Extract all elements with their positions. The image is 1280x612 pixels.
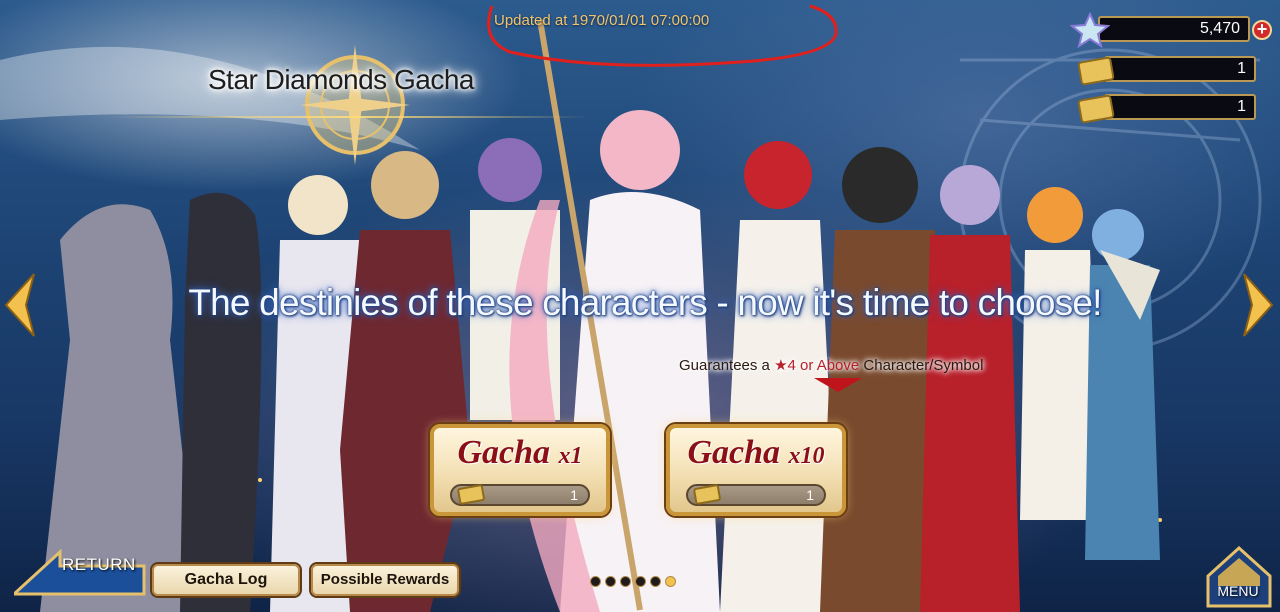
star-diamond-counter: 5,470 xyxy=(1070,12,1250,48)
add-star-diamonds-button[interactable]: + xyxy=(1252,20,1272,40)
gacha-x10-cost-value: 1 xyxy=(806,487,814,503)
gacha-x1-cost: 1 xyxy=(450,484,590,506)
guarantee-highlight: ★4 or Above xyxy=(774,357,860,374)
guarantee-note: Guarantees a ★4 or Above Character/Symbo… xyxy=(679,356,983,374)
gacha-x10-label: Gacha x10 xyxy=(666,434,846,472)
compass-emblem-icon xyxy=(300,45,410,165)
gacha-x10-button[interactable]: Gacha x10 1 xyxy=(666,424,846,516)
star-diamond-icon xyxy=(1070,12,1110,48)
gacha-log-button[interactable]: Gacha Log xyxy=(152,564,300,596)
guarantee-prefix: Guarantees a xyxy=(679,357,775,374)
ticket-counter-2: 1 xyxy=(1077,94,1256,124)
menu-label: MENU xyxy=(1217,583,1259,599)
star-diamond-value: 5,470 xyxy=(1199,20,1240,37)
gacha-x1-cost-value: 1 xyxy=(570,487,578,503)
gacha-x10-text: Gacha xyxy=(687,434,781,471)
gacha-x1-button[interactable]: Gacha x1 1 xyxy=(430,424,610,516)
ticket-icon xyxy=(1077,56,1115,86)
gacha-x1-text: Gacha xyxy=(457,434,551,471)
gacha-x10-cost: 1 xyxy=(686,484,826,506)
ticket-icon xyxy=(457,484,485,505)
page-title: Star Diamonds Gacha xyxy=(208,64,474,95)
gacha-x1-label: Gacha x1 xyxy=(430,434,610,472)
ticket-value-1: 1 xyxy=(1237,60,1246,77)
down-arrow-icon xyxy=(814,378,862,392)
banner-tagline: The destinies of these characters - now … xyxy=(188,282,1102,323)
ticket-value-2: 1 xyxy=(1237,98,1246,115)
gacha-banner-background: Star Diamonds Gacha Updated at 1970/01/0… xyxy=(0,0,1280,612)
annotation-circle xyxy=(487,4,838,67)
guarantee-suffix: Character/Symbol xyxy=(859,357,984,374)
banner-pagination xyxy=(590,573,680,588)
ticket-icon xyxy=(693,484,721,505)
possible-rewards-button[interactable]: Possible Rewards xyxy=(311,564,459,596)
ticket-icon xyxy=(1077,94,1115,124)
title-divider xyxy=(110,116,590,118)
gacha-x1-multiplier: x1 xyxy=(558,443,583,469)
return-label: RETURN xyxy=(62,555,136,574)
ticket-counter-1: 1 xyxy=(1077,56,1256,86)
gacha-x10-multiplier: x10 xyxy=(788,443,825,469)
